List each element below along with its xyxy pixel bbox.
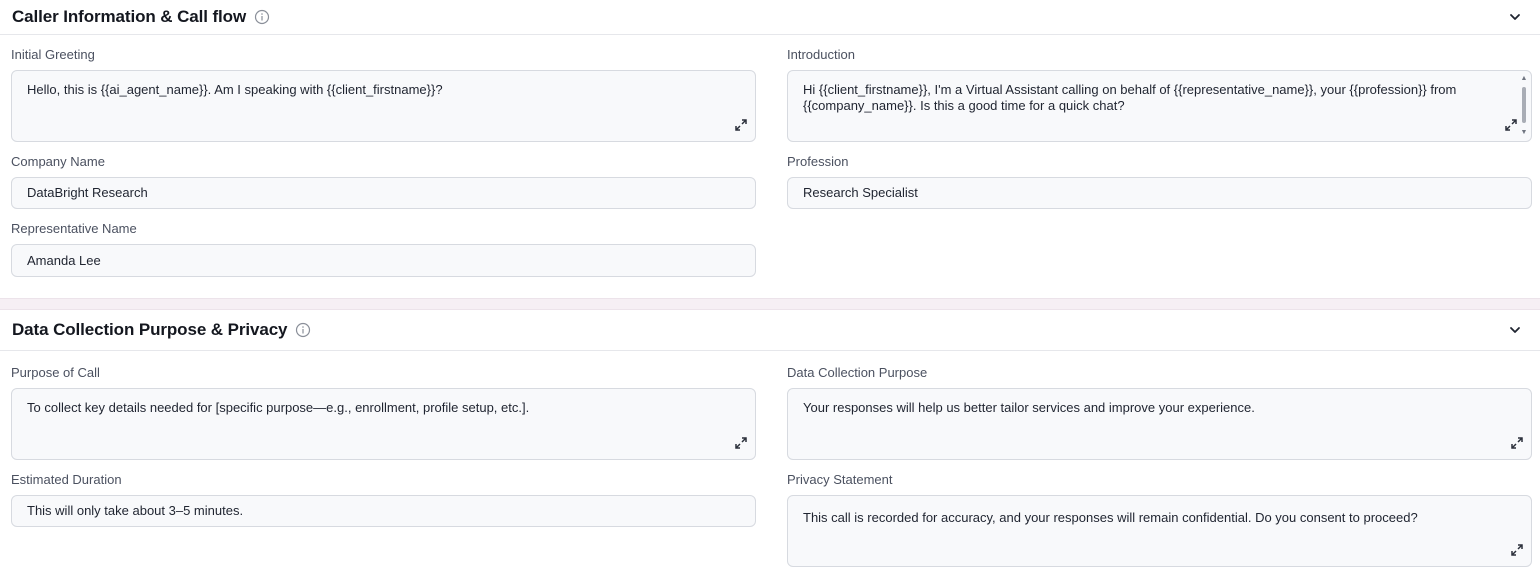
section-divider: [0, 298, 1540, 310]
expand-icon[interactable]: [733, 117, 749, 133]
estimated-duration-input[interactable]: This will only take about 3–5 minutes.: [11, 495, 756, 527]
field-purpose-of-call: Purpose of Call To collect key details n…: [11, 365, 756, 460]
field-label: Privacy Statement: [787, 472, 893, 487]
expand-icon[interactable]: [1509, 435, 1525, 451]
field-label: Company Name: [11, 154, 105, 169]
field-label: Estimated Duration: [11, 472, 122, 487]
section-title: Data Collection Purpose & Privacy: [12, 320, 288, 339]
chevron-down-icon[interactable]: [1508, 323, 1522, 337]
field-privacy-statement: Privacy Statement This call is recorded …: [787, 472, 1532, 568]
info-icon[interactable]: [295, 322, 311, 338]
representative-name-input[interactable]: Amanda Lee: [11, 244, 756, 277]
section-header-caller-information[interactable]: Caller Information & Call flow: [0, 0, 1540, 35]
profession-input[interactable]: Research Specialist: [787, 177, 1532, 209]
field-label: Data Collection Purpose: [787, 365, 928, 380]
estimated-duration-value: This will only take about 3–5 minutes.: [27, 503, 244, 518]
field-company-name: Company Name DataBright Research: [11, 154, 756, 209]
scroll-down-icon[interactable]: ▼: [1520, 129, 1528, 137]
info-icon[interactable]: [254, 9, 270, 25]
initial-greeting-textarea[interactable]: Hello, this is {{ai_agent_name}}. Am I s…: [11, 70, 756, 142]
field-estimated-duration: Estimated Duration This will only take a…: [11, 472, 756, 527]
initial-greeting-value: Hello, this is {{ai_agent_name}}. Am I s…: [27, 82, 443, 97]
section-title-wrap: Data Collection Purpose & Privacy: [12, 320, 311, 340]
company-name-input[interactable]: DataBright Research: [11, 177, 756, 209]
field-data-collection-purpose: Data Collection Purpose Your responses w…: [787, 365, 1532, 460]
field-representative-name: Representative Name Amanda Lee: [11, 221, 756, 277]
scroll-up-icon[interactable]: ▲: [1520, 75, 1528, 83]
introduction-value: Hi {{client_firstname}}, I'm a Virtual A…: [803, 82, 1457, 113]
textarea-scrollbar[interactable]: ▲ ▼: [1520, 75, 1528, 137]
field-label: Introduction: [787, 47, 855, 62]
field-label: Purpose of Call: [11, 365, 100, 380]
expand-icon[interactable]: [1509, 542, 1525, 558]
field-initial-greeting: Initial Greeting Hello, this is {{ai_age…: [11, 47, 756, 142]
expand-icon[interactable]: [1503, 117, 1519, 133]
scrollbar-thumb[interactable]: [1522, 87, 1526, 123]
privacy-statement-textarea[interactable]: This call is recorded for accuracy, and …: [787, 495, 1532, 567]
data-collection-purpose-value: Your responses will help us better tailo…: [803, 400, 1255, 415]
section-title-wrap: Caller Information & Call flow: [12, 7, 270, 27]
profession-value: Research Specialist: [803, 185, 918, 200]
field-label: Profession: [787, 154, 849, 169]
introduction-textarea[interactable]: Hi {{client_firstname}}, I'm a Virtual A…: [787, 70, 1532, 142]
representative-name-value: Amanda Lee: [27, 252, 101, 268]
privacy-statement-value: This call is recorded for accuracy, and …: [803, 510, 1418, 525]
purpose-of-call-value: To collect key details needed for [speci…: [27, 400, 530, 415]
field-profession: Profession Research Specialist: [787, 154, 1532, 209]
chevron-down-icon[interactable]: [1508, 10, 1522, 24]
field-label: Representative Name: [11, 221, 137, 236]
section-title: Caller Information & Call flow: [12, 7, 247, 26]
expand-icon[interactable]: [733, 435, 749, 451]
section-data-collection: Data Collection Purpose & Privacy Purpos…: [0, 310, 1540, 574]
section-header-data-collection[interactable]: Data Collection Purpose & Privacy: [0, 310, 1540, 351]
field-label: Initial Greeting: [11, 47, 95, 62]
data-collection-purpose-textarea[interactable]: Your responses will help us better tailo…: [787, 388, 1532, 460]
company-name-value: DataBright Research: [27, 185, 148, 200]
purpose-of-call-textarea[interactable]: To collect key details needed for [speci…: [11, 388, 756, 460]
field-introduction: Introduction Hi {{client_firstname}}, I'…: [787, 47, 1532, 142]
section-caller-information: Caller Information & Call flow Initial G…: [0, 0, 1540, 298]
